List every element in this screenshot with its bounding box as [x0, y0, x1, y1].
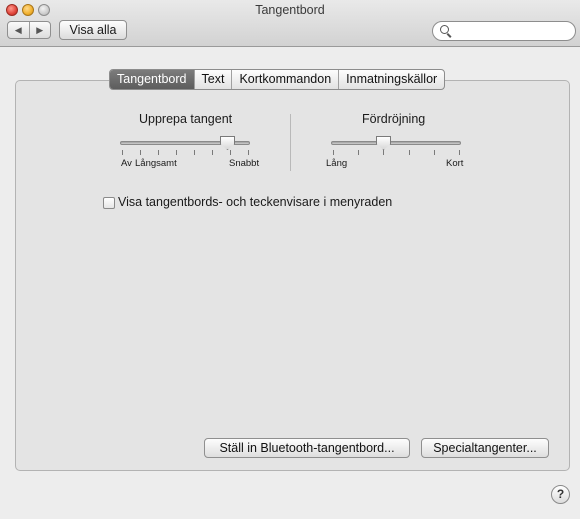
show-all-button[interactable]: Visa alla	[59, 20, 127, 40]
search-icon	[440, 25, 449, 34]
key-repeat-tick	[248, 150, 249, 155]
key-repeat-tick	[158, 150, 159, 155]
content-panel	[15, 80, 570, 471]
key-repeat-tick	[230, 150, 231, 155]
show-viewer-label[interactable]: Visa tangentbords- och teckenvisare i me…	[118, 195, 392, 209]
key-repeat-tick	[140, 150, 141, 155]
help-button[interactable]: ?	[551, 485, 570, 504]
delay-tick	[434, 150, 435, 155]
forward-arrow-icon[interactable]: ▶	[30, 22, 51, 38]
key-repeat-title: Upprepa tangent	[139, 112, 233, 126]
tab-shortcuts[interactable]: Kortkommandon	[232, 70, 340, 89]
titlebar: Tangentbord ◀ ▶ Visa alla	[0, 0, 580, 47]
key-repeat-tick	[212, 150, 213, 155]
tab-input-sources[interactable]: Inmatningskällor	[339, 70, 444, 89]
slider-divider	[290, 114, 291, 171]
key-repeat-tick	[194, 150, 195, 155]
delay-track[interactable]	[331, 141, 461, 145]
delay-title: Fördröjning	[362, 112, 426, 126]
delay-long-label: Lång	[326, 158, 348, 169]
delay-tick	[409, 150, 410, 155]
key-repeat-slow-label: Långsamt	[135, 158, 177, 169]
key-repeat-off-label: Av	[121, 158, 132, 169]
delay-tick	[383, 150, 384, 155]
preferences-window: Tangentbord ◀ ▶ Visa alla Tangentbord Te…	[0, 0, 580, 519]
delay-tick	[358, 150, 359, 155]
delay-tick	[333, 150, 334, 155]
back-forward-control: ◀ ▶	[7, 21, 51, 39]
tab-bar: Tangentbord Text Kortkommandon Inmatning…	[109, 69, 446, 90]
key-repeat-fast-label: Snabbt	[229, 158, 260, 169]
show-viewer-checkbox[interactable]	[103, 197, 115, 209]
search-input[interactable]	[453, 23, 572, 41]
window-title: Tangentbord	[255, 3, 325, 17]
key-repeat-tick	[122, 150, 123, 155]
tab-keyboard[interactable]: Tangentbord	[110, 70, 195, 89]
delay-tick	[459, 150, 460, 155]
search-field[interactable]	[432, 21, 576, 41]
tab-text[interactable]: Text	[195, 70, 233, 89]
delay-short-label: Kort	[446, 158, 464, 169]
modifier-keys-button[interactable]: Specialtangenter...	[421, 438, 549, 458]
key-repeat-tick	[176, 150, 177, 155]
setup-bluetooth-keyboard-button[interactable]: Ställ in Bluetooth-tangentbord...	[204, 438, 410, 458]
back-arrow-icon[interactable]: ◀	[8, 22, 30, 38]
